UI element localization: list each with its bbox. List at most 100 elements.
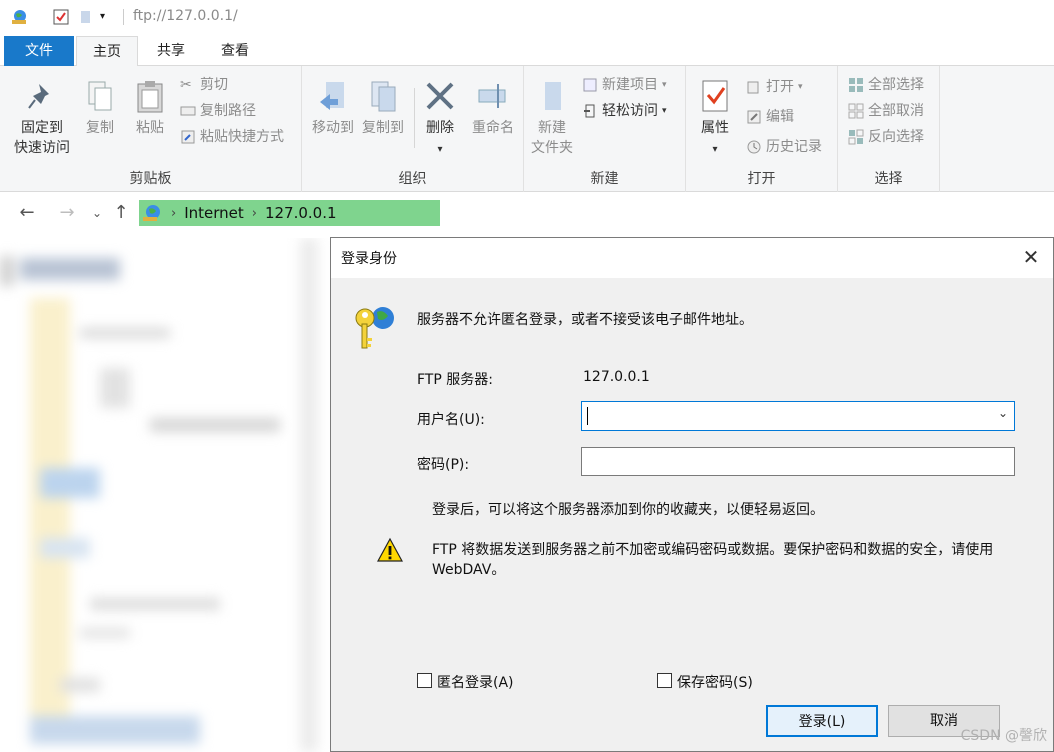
breadcrumb-internet[interactable]: Internet (184, 204, 244, 222)
breadcrumb-chevron-icon: › (251, 205, 257, 221)
ftp-server-label: FTP 服务器: (417, 372, 493, 388)
new-item-icon (583, 78, 597, 92)
new-group-label: 新建 (590, 171, 619, 187)
password-field[interactable] (581, 447, 1015, 476)
window-path: ftp://127.0.0.1/ (133, 8, 238, 24)
select-none-icon (848, 103, 864, 119)
scissors-icon: ✂ (180, 77, 192, 93)
new-folder-quick-icon[interactable] (78, 8, 96, 26)
tab-share[interactable]: 共享 (140, 36, 202, 66)
history-button[interactable]: 历史记录 (746, 136, 822, 158)
invert-selection-button[interactable]: 反向选择 (848, 126, 924, 148)
login-error-message: 服务器不允许匿名登录，或者不接受该电子邮件地址。 (417, 312, 753, 328)
forward-arrow-icon[interactable]: → (56, 202, 78, 223)
ribbon: 固定到 快速访问 复制 粘贴 ✂ 剪切 复制路径 粘贴快捷方式 剪贴板 移动到 … (0, 66, 1054, 192)
organize-group-label: 组织 (398, 171, 427, 187)
clipboard-group-label: 剪贴板 (129, 171, 172, 187)
password-label: 密码(P): (417, 457, 470, 473)
move-to-button[interactable]: 移动到 (308, 78, 358, 138)
username-label: 用户名(U): (417, 412, 485, 428)
paste-shortcut-button[interactable]: 粘贴快捷方式 (180, 126, 284, 148)
dialog-title-bar: 登录身份 ✕ (331, 238, 1053, 278)
dialog-title: 登录身份 (341, 251, 397, 267)
new-folder-icon (545, 82, 561, 110)
invert-selection-icon (848, 129, 864, 145)
properties-button[interactable]: 属性 ▾ (690, 78, 740, 160)
favorites-info-text: 登录后，可以将这个服务器添加到你的收藏夹，以便轻易返回。 (432, 502, 824, 518)
open-button[interactable]: 打开 ▾ (746, 76, 803, 98)
organize-separator (414, 88, 415, 148)
up-arrow-icon[interactable]: ↑ (110, 202, 132, 223)
paste-icon (137, 81, 163, 113)
copy-button[interactable]: 复制 (78, 78, 122, 138)
save-password-label[interactable]: 保存密码(S) (677, 672, 753, 692)
ftp-server-value: 127.0.0.1 (583, 369, 650, 385)
save-password-checkbox[interactable] (657, 673, 672, 688)
login-button[interactable]: 登录(L) (766, 705, 878, 737)
pin-icon (28, 84, 49, 109)
copy-to-button[interactable]: 复制到 (358, 78, 408, 138)
new-item-button[interactable]: 新建项目 ▾ (582, 74, 667, 96)
easy-access-icon (584, 104, 595, 118)
warning-icon (377, 537, 403, 562)
anonymous-login-label[interactable]: 匿名登录(A) (437, 672, 514, 692)
navigation-bar: ← → ⌄ ↑ › Internet › 127.0.0.1 (0, 192, 1054, 238)
tab-home[interactable]: 主页 (76, 36, 138, 67)
back-arrow-icon[interactable]: ← (16, 202, 38, 223)
pin-quick-access-button[interactable]: 固定到 快速访问 (6, 78, 78, 158)
copy-icon (88, 81, 112, 111)
edit-button[interactable]: 编辑 (746, 106, 794, 128)
new-folder-button[interactable]: 新建 文件夹 (526, 78, 578, 158)
copy-path-icon (180, 106, 196, 116)
breadcrumb-host[interactable]: 127.0.0.1 (265, 204, 337, 222)
tab-view[interactable]: 查看 (204, 36, 266, 66)
tab-file[interactable]: 文件 (4, 36, 74, 66)
organize-group: 移动到 复制到 删除 ▾ 重命名 组织 (302, 66, 524, 192)
ribbon-tabs: 文件 主页 共享 查看 (0, 36, 1054, 67)
watermark: CSDN @謦欣 (960, 728, 1047, 744)
title-bar: ▾ ftp://127.0.0.1/ (0, 0, 1054, 36)
ftp-globe-icon (12, 10, 26, 24)
select-group-label: 选择 (874, 171, 903, 187)
new-group: 新建 文件夹 新建项目 ▾ 轻松访问 ▾ 新建 (524, 66, 686, 192)
paste-shortcut-icon (181, 130, 195, 144)
copy-path-button[interactable]: 复制路径 (180, 100, 256, 122)
properties-quick-icon[interactable] (52, 8, 70, 26)
chevron-down-icon[interactable]: ⌄ (998, 406, 1008, 420)
breadcrumb-chevron-icon: › (171, 205, 177, 221)
navigation-pane (0, 238, 330, 752)
easy-access-button[interactable]: 轻松访问 ▾ (582, 100, 667, 122)
anonymous-login-checkbox[interactable] (417, 673, 432, 688)
rename-icon (478, 84, 506, 108)
recent-locations-chevron-icon[interactable]: ⌄ (86, 206, 108, 220)
select-all-button[interactable]: 全部选择 (848, 74, 924, 96)
close-icon[interactable]: ✕ (1019, 246, 1043, 270)
properties-icon (702, 80, 728, 112)
history-icon (747, 140, 761, 154)
security-warning-line2: WebDAV。 (432, 562, 506, 578)
customize-dropdown-icon[interactable]: ▾ (100, 11, 118, 29)
delete-x-icon (426, 82, 454, 110)
address-bar[interactable]: › Internet › 127.0.0.1 (139, 200, 440, 226)
cut-button[interactable]: ✂ 剪切 (180, 74, 228, 96)
security-warning-line1: FTP 将数据发送到服务器之前不加密或编码密码或数据。要保护密码和数据的安全，请… (432, 542, 994, 558)
login-dialog: 登录身份 ✕ 服务器不允许匿名登录，或者不接受该电子邮件地址。 FTP 服务器:… (330, 237, 1054, 752)
rename-button[interactable]: 重命名 (466, 78, 520, 138)
copy-to-icon (371, 81, 396, 112)
select-none-button[interactable]: 全部取消 (848, 100, 924, 122)
delete-button[interactable]: 删除 ▾ (420, 78, 460, 160)
text-caret (587, 407, 588, 425)
title-separator (123, 9, 124, 25)
open-group: 属性 ▾ 打开 ▾ 编辑 历史记录 打开 (686, 66, 838, 192)
internet-globe-icon (143, 205, 160, 221)
clipboard-group: 固定到 快速访问 复制 粘贴 ✂ 剪切 复制路径 粘贴快捷方式 剪贴板 (0, 66, 302, 192)
keys-globe-icon (355, 307, 394, 349)
paste-button[interactable]: 粘贴 (128, 78, 172, 138)
select-group: 全部选择 全部取消 反向选择 选择 (838, 66, 940, 192)
open-group-label: 打开 (747, 171, 776, 187)
select-all-icon (849, 78, 863, 92)
open-icon (747, 81, 759, 94)
move-to-icon (320, 82, 344, 110)
blurred-content (0, 238, 330, 752)
username-combobox[interactable]: ⌄ (581, 401, 1015, 431)
